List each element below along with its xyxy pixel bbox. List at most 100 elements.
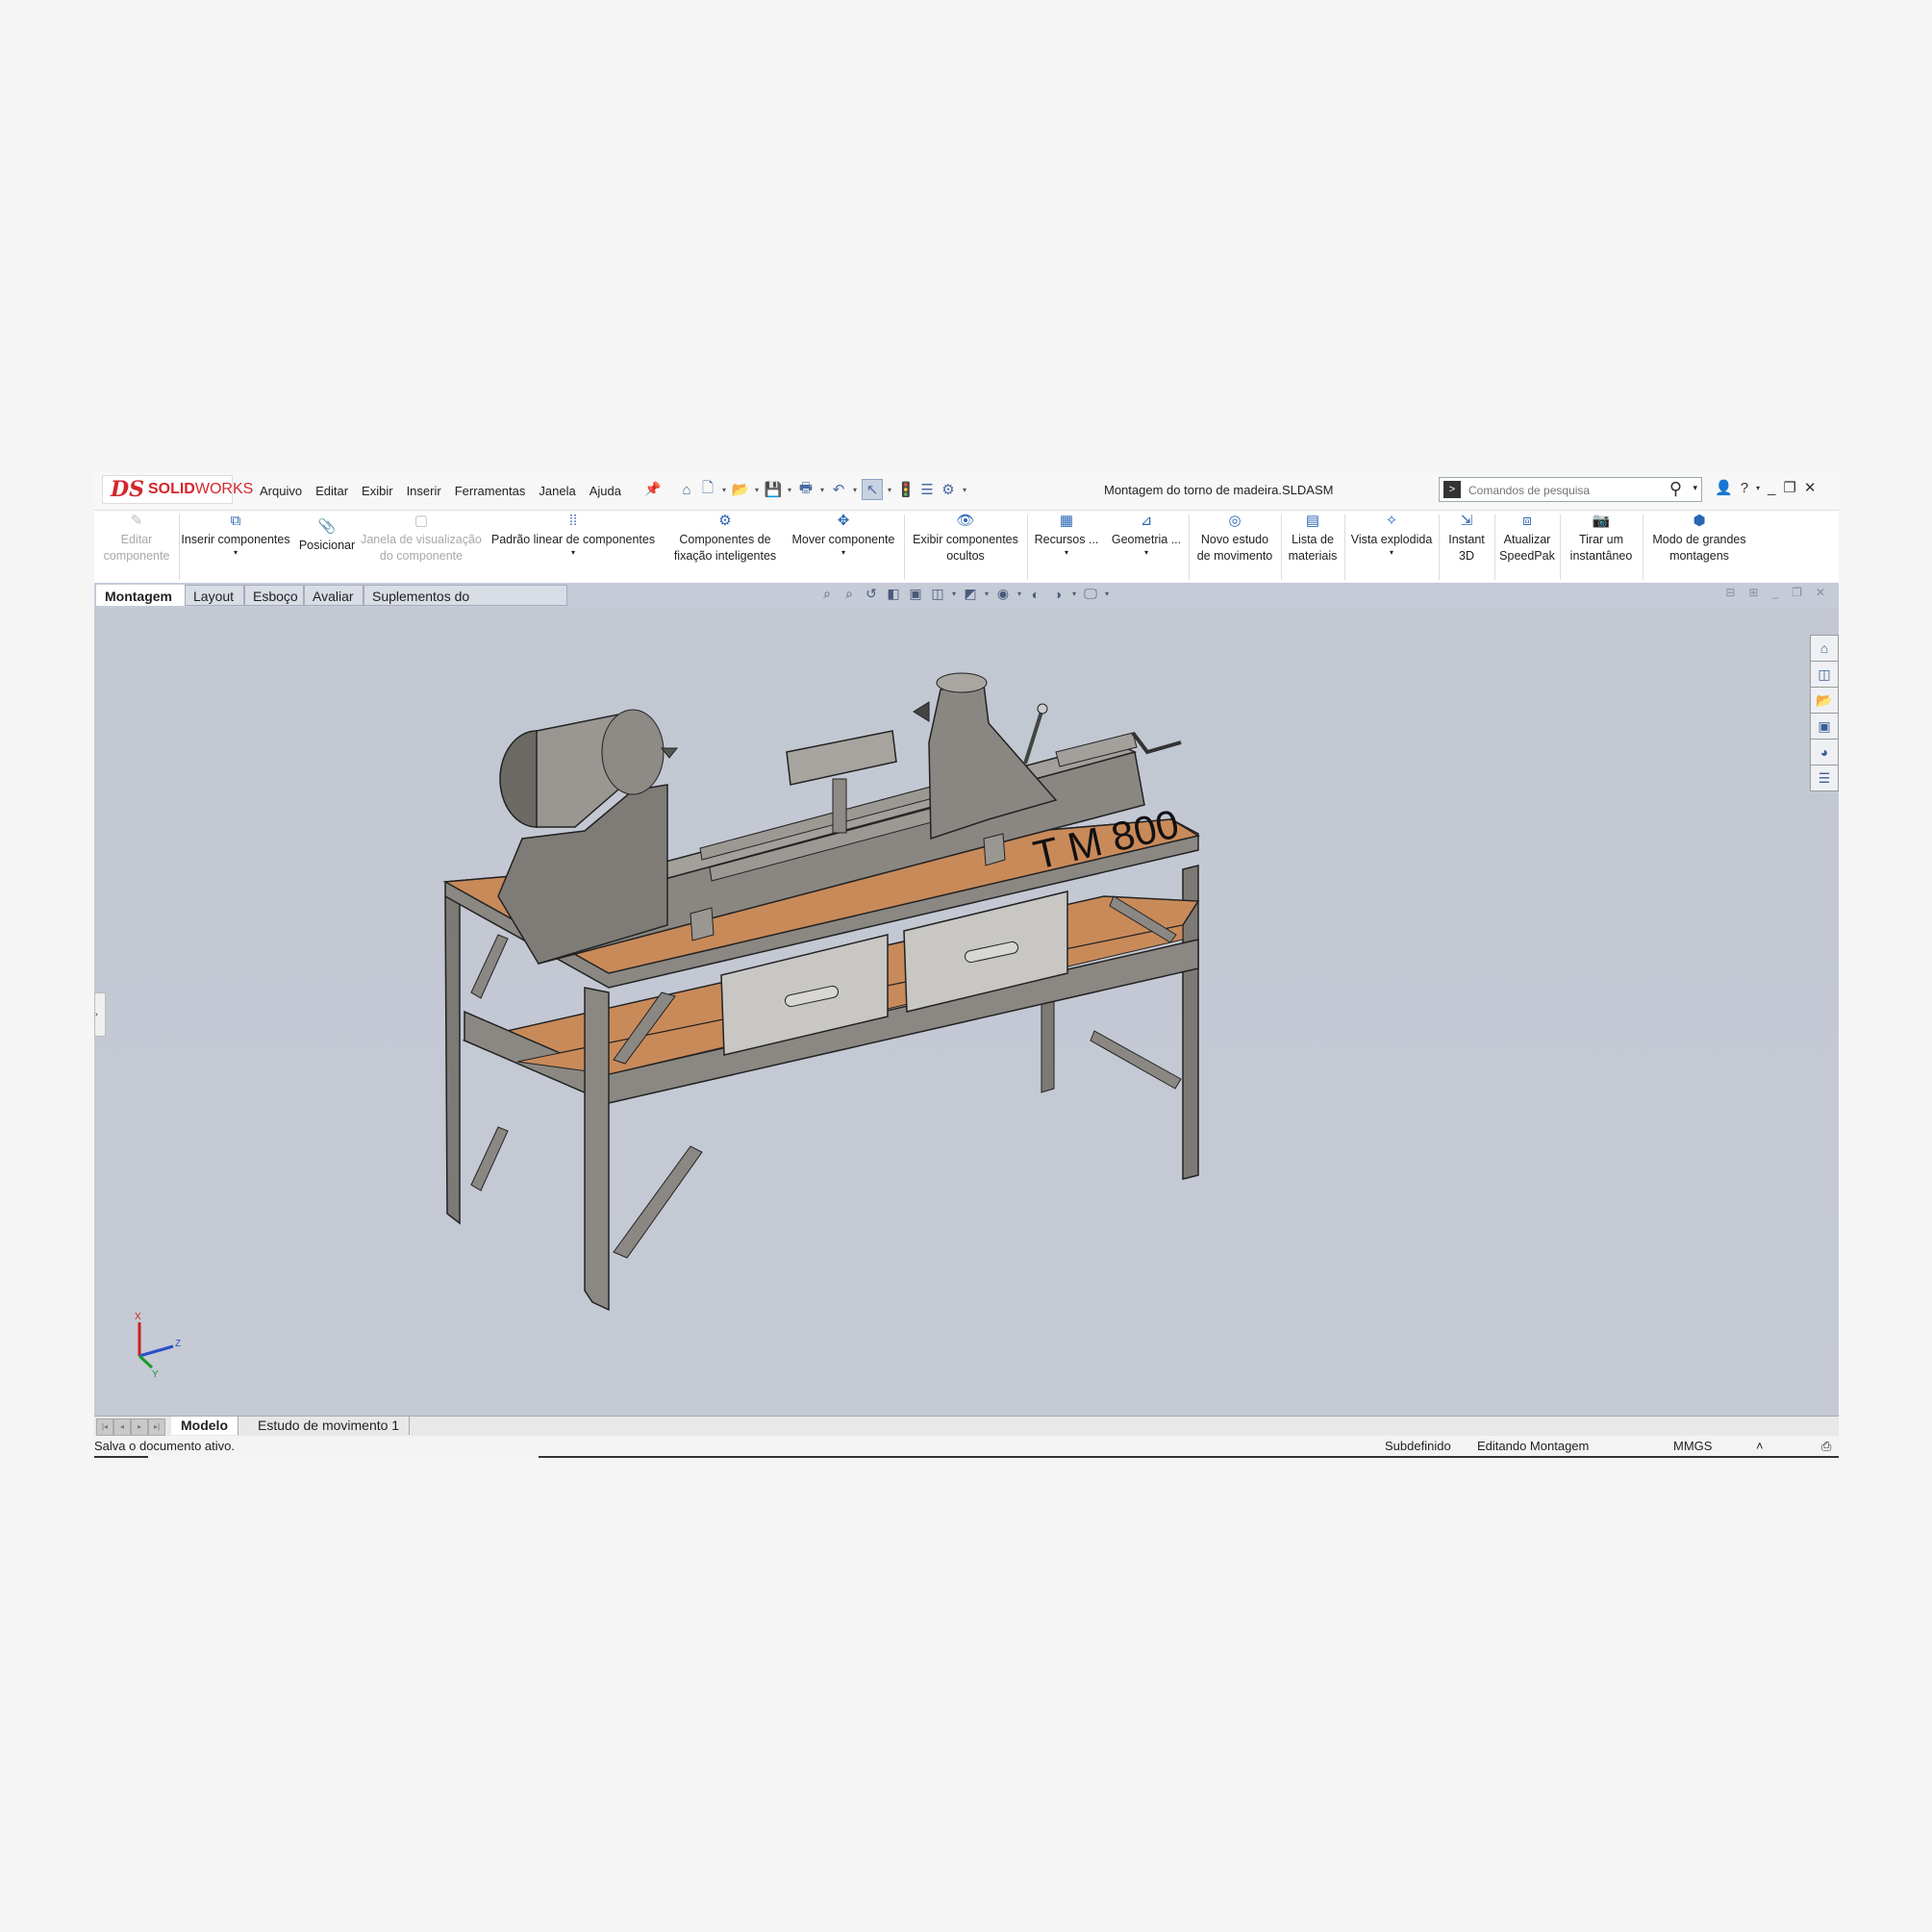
user-icon[interactable]: 👤 <box>1715 479 1733 496</box>
scene-dropdown-icon[interactable]: ▾ <box>1070 590 1078 598</box>
tab-esboco[interactable]: Esboço <box>244 585 304 606</box>
apply-scene-icon[interactable]: ◑ <box>1048 587 1067 602</box>
view-settings-icon[interactable]: 🖵 <box>1081 586 1100 602</box>
file-properties-icon[interactable]: ☰ <box>917 480 937 499</box>
status-rebuild-icon[interactable]: ⎙ <box>1821 1436 1831 1457</box>
smart-fasteners-button[interactable]: ⚙ Componentes de fixação inteligentes <box>667 511 783 584</box>
display-style-dropdown-icon[interactable]: ▾ <box>983 590 991 598</box>
hide-show-dropdown-icon[interactable]: ▾ <box>1016 590 1023 598</box>
chevron-down-icon[interactable]: ▾ <box>1106 548 1187 558</box>
home-icon[interactable]: ⌂ <box>677 480 696 499</box>
graphics-area[interactable]: › T M 800 X Z Y ⌂ ◫ 📂 ▣ ◕ ☰ <box>94 608 1839 1416</box>
previous-tab-icon[interactable]: ◂ <box>113 1418 131 1436</box>
display-style-icon[interactable]: ◩ <box>961 586 980 602</box>
wood-lathe-model[interactable]: T M 800 <box>94 608 1839 1416</box>
chevron-down-icon[interactable]: ▾ <box>485 548 662 558</box>
help-icon[interactable]: ? <box>1741 480 1748 496</box>
viewport-close-icon[interactable]: ✕ <box>1816 586 1825 599</box>
dynamic-annotation-icon[interactable]: ▣ <box>906 586 925 602</box>
menu-exibir[interactable]: Exibir <box>362 484 393 498</box>
new-motion-study-button[interactable]: ◎ Novo estudo de movimento <box>1191 511 1279 584</box>
instant3d-button[interactable]: ⇲ Instant 3D <box>1441 511 1493 584</box>
bill-of-materials-button[interactable]: ▤ Lista de materiais <box>1283 511 1342 584</box>
view-palette-icon[interactable]: ▣ <box>1810 713 1839 739</box>
restore-icon[interactable]: ❐ <box>1783 479 1795 496</box>
take-snapshot-button[interactable]: 📷 Tirar um instantâneo <box>1562 511 1641 584</box>
close-icon[interactable]: ✕ <box>1804 479 1817 496</box>
menu-arquivo[interactable]: Arquivo <box>260 484 302 498</box>
design-library-icon[interactable]: ◫ <box>1810 661 1839 687</box>
chevron-down-icon[interactable]: ▾ <box>785 548 902 558</box>
zoom-to-area-icon[interactable]: ⌕ <box>840 586 859 602</box>
view-settings-dropdown-icon[interactable]: ▾ <box>1103 590 1111 598</box>
tab-estudo-movimento[interactable]: Estudo de movimento 1 <box>248 1417 411 1435</box>
search-dropdown-icon[interactable]: ▾ <box>1693 483 1697 493</box>
menu-inserir[interactable]: Inserir <box>407 484 441 498</box>
last-tab-icon[interactable]: ▸| <box>148 1418 165 1436</box>
tab-avaliar[interactable]: Avaliar <box>304 585 364 606</box>
assembly-features-button[interactable]: ▦ Recursos ... ▾ <box>1029 511 1104 584</box>
section-view-icon[interactable]: ◧ <box>884 586 903 602</box>
open-icon[interactable]: 📂 <box>731 480 750 499</box>
new-document-icon[interactable]: 🗋 <box>698 480 717 499</box>
solidworks-logo[interactable]: DS SOLIDWORKS <box>102 475 253 504</box>
viewport-minimize-icon[interactable]: _ <box>1771 586 1778 599</box>
select-cursor-icon[interactable]: ↖ <box>862 479 883 500</box>
save-icon[interactable]: 💾 <box>764 480 783 499</box>
next-tab-icon[interactable]: ▸ <box>131 1418 148 1436</box>
save-dropdown-icon[interactable]: ▾ <box>785 486 794 494</box>
chevron-down-icon[interactable]: ▾ <box>1346 548 1437 558</box>
search-icon[interactable]: ⚲ <box>1669 479 1682 499</box>
menu-editar[interactable]: Editar <box>315 484 348 498</box>
large-assembly-mode-button[interactable]: ⬢ Modo de grandes montagens <box>1644 511 1754 584</box>
insert-components-button[interactable]: ⧉ Inserir componentes ▾ <box>179 511 292 584</box>
units-chevron-up-icon[interactable]: ˄ <box>1756 1436 1764 1457</box>
menu-ajuda[interactable]: Ajuda <box>590 484 621 498</box>
tab-modelo[interactable]: Modelo <box>171 1417 238 1435</box>
appearances-scenes-icon[interactable]: ◕ <box>1810 739 1839 765</box>
undo-dropdown-icon[interactable]: ▾ <box>850 486 860 494</box>
menu-ferramentas[interactable]: Ferramentas <box>455 484 526 498</box>
print-icon[interactable]: 🖶 <box>796 480 815 499</box>
component-preview-button[interactable]: ▢ Janela de visualização do componente <box>360 511 483 584</box>
undo-icon[interactable]: ↶ <box>829 480 848 499</box>
minimize-icon[interactable]: _ <box>1768 480 1775 496</box>
rebuild-icon[interactable]: 🚦 <box>896 480 916 499</box>
view-orientation-icon[interactable]: ◫ <box>928 586 947 602</box>
show-hidden-components-button[interactable]: 👁 Exibir componentes ocultos <box>906 511 1025 584</box>
status-units[interactable]: MMGS <box>1673 1436 1712 1457</box>
select-dropdown-icon[interactable]: ▾ <box>885 486 894 494</box>
file-explorer-icon[interactable]: 📂 <box>1810 687 1839 713</box>
linear-pattern-button[interactable]: ⁞⁞ Padrão linear de componentes ▾ <box>485 511 662 584</box>
viewport-link-icon[interactable]: ⊞ <box>1748 586 1758 599</box>
search-input[interactable] <box>1467 480 1663 501</box>
tab-layout[interactable]: Layout <box>185 585 244 606</box>
viewport-split-icon[interactable]: ⊟ <box>1725 586 1735 599</box>
chevron-down-icon[interactable]: ▾ <box>179 548 292 558</box>
new-dropdown-icon[interactable]: ▾ <box>719 486 729 494</box>
move-component-button[interactable]: ✥ Mover componente ▾ <box>785 511 902 584</box>
hide-show-items-icon[interactable]: ◉ <box>993 586 1013 602</box>
menu-janela[interactable]: Janela <box>539 484 575 498</box>
open-dropdown-icon[interactable]: ▾ <box>752 486 762 494</box>
previous-view-icon[interactable]: ↺ <box>862 586 881 602</box>
pin-menu-icon[interactable]: 📌 <box>644 481 661 497</box>
exploded-view-button[interactable]: ✧ Vista explodida ▾ <box>1346 511 1437 584</box>
print-dropdown-icon[interactable]: ▾ <box>817 486 827 494</box>
zoom-to-fit-icon[interactable]: ⌕ <box>817 586 837 602</box>
chevron-down-icon[interactable]: ▾ <box>1029 548 1104 558</box>
update-speedpak-button[interactable]: ⧈ Atualizar SpeedPak <box>1496 511 1558 584</box>
options-gear-icon[interactable]: ⚙ <box>939 480 958 499</box>
edit-appearance-icon[interactable]: ◐ <box>1026 587 1045 602</box>
first-tab-icon[interactable]: |◂ <box>96 1418 113 1436</box>
tab-montagem[interactable]: Montagem <box>96 585 185 606</box>
view-orientation-dropdown-icon[interactable]: ▾ <box>950 590 958 598</box>
reference-geometry-button[interactable]: ⊿ Geometria ... ▾ <box>1106 511 1187 584</box>
help-dropdown-icon[interactable]: ▾ <box>1756 484 1760 492</box>
tab-suplementos[interactable]: Suplementos do SOLIDWORKS <box>364 585 567 625</box>
mate-button[interactable]: 📎 Posicionar <box>296 511 358 590</box>
viewport-restore-icon[interactable]: ❐ <box>1792 586 1802 599</box>
solidworks-resources-icon[interactable]: ⌂ <box>1810 635 1839 661</box>
edit-component-button[interactable]: ✎ Editar componente <box>96 511 177 584</box>
options-dropdown-icon[interactable]: ▾ <box>960 486 969 494</box>
